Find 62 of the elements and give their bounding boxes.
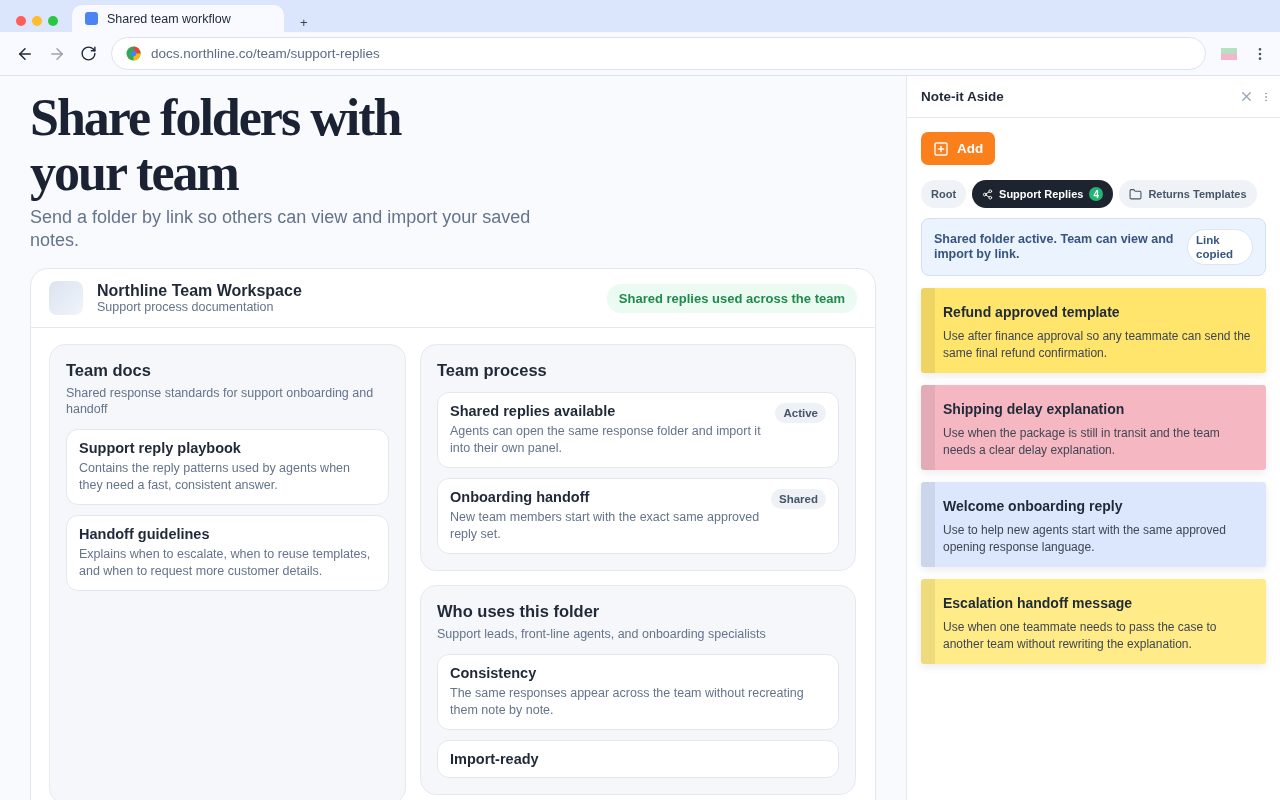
share-icon bbox=[982, 188, 994, 200]
section-title: Who uses this folder bbox=[437, 602, 601, 621]
plus-icon bbox=[933, 140, 949, 157]
status-badge: Active bbox=[775, 403, 826, 423]
item-title: Onboarding handoff bbox=[450, 489, 591, 505]
item-title: Shared replies available bbox=[450, 403, 617, 419]
banner-text: Shared folder active. Team can view and import by link. bbox=[934, 232, 1175, 262]
address-bar[interactable]: docs.northline.co/team/support-replies bbox=[111, 37, 1206, 70]
page-title: Share folders with your team bbox=[30, 90, 402, 200]
section-title: Team process bbox=[437, 361, 548, 380]
favicon-icon bbox=[85, 12, 98, 25]
item-title: Import-ready bbox=[450, 751, 540, 767]
note-title: Refund approved template bbox=[943, 304, 1121, 320]
close-window-icon[interactable] bbox=[16, 16, 26, 26]
folder-label: Root bbox=[931, 188, 957, 200]
workspace-description: Support process documentation bbox=[97, 300, 275, 314]
folder-label: Returns Templates bbox=[1148, 188, 1247, 200]
note-card[interactable]: Shipping delay explanation Use when the package is still in transit and the team needs a clear delay explanation. bbox=[921, 385, 1266, 470]
item-title: Consistency bbox=[450, 665, 538, 681]
section-description: Shared response standards for support onboarding and handoff bbox=[66, 385, 375, 417]
item-title: Handoff guidelines bbox=[79, 526, 211, 542]
folder-tab[interactable]: Support Replies 4 bbox=[972, 180, 1114, 208]
item-title: Support reply playbook bbox=[79, 440, 242, 456]
page-subtitle: Send a folder by link so others can view and import your saved notes. bbox=[30, 206, 532, 252]
workspace-logo bbox=[49, 281, 83, 315]
note-text: Use to help new agents start with the same approved opening response language. bbox=[943, 522, 1227, 556]
note-text: Use when the package is still in transit and the team needs a clear delay explanation. bbox=[943, 425, 1221, 459]
reload-icon[interactable] bbox=[80, 45, 97, 62]
folder-tab[interactable]: Root bbox=[921, 180, 967, 208]
item-description: Agents can open the same response folder and import it into their own panel. bbox=[450, 423, 762, 457]
note-text: Use when one teammate needs to pass the case to another team without rewriting the explanation. bbox=[943, 619, 1218, 653]
link-copied-button[interactable]: Link copied bbox=[1187, 229, 1253, 265]
site-logo-icon bbox=[126, 46, 141, 61]
extension-icon[interactable] bbox=[1220, 46, 1238, 61]
item-description: Contains the reply patterns used by agents when they need a fast, consistent answer. bbox=[79, 460, 351, 494]
section-description: Support leads, front-line agents, and onboarding specialists bbox=[437, 626, 767, 642]
note-text: Use after finance approval so any teammate can send the same final refund confirmation. bbox=[943, 328, 1252, 362]
folder-icon bbox=[1129, 187, 1143, 201]
status-badge: Shared replies used across the team bbox=[606, 283, 857, 313]
url-text: docs.northline.co/team/support-replies bbox=[151, 46, 380, 61]
note-title: Shipping delay explanation bbox=[943, 401, 1126, 417]
close-icon[interactable] bbox=[1239, 89, 1254, 104]
status-badge: Shared bbox=[771, 489, 826, 509]
note-card[interactable]: Escalation handoff message Use when one teammate needs to pass the case to another team without rewriting the explanation. bbox=[921, 579, 1266, 664]
count-badge: 4 bbox=[1089, 187, 1104, 201]
item-description: The same responses appear across the team without recreating them note by note. bbox=[450, 685, 805, 719]
note-card[interactable]: Refund approved template Use after finance approval so any teammate can send the same final refund confirmation. bbox=[921, 288, 1266, 373]
note-title: Welcome onboarding reply bbox=[943, 498, 1124, 514]
item-description: Explains when to escalate, when to reuse templates, and when to request more customer details. bbox=[79, 546, 372, 580]
section-title: Team docs bbox=[66, 361, 152, 380]
item-description: New team members start with the exact same approved reply set. bbox=[450, 509, 761, 543]
minimize-window-icon[interactable] bbox=[32, 16, 42, 26]
folder-label: Support Replies bbox=[999, 188, 1084, 200]
maximize-window-icon[interactable] bbox=[48, 16, 58, 26]
note-card[interactable]: Welcome onboarding reply Use to help new agents start with the same approved opening response language. bbox=[921, 482, 1266, 567]
note-title: Escalation handoff message bbox=[943, 595, 1134, 611]
tab-title: Shared team workflow bbox=[107, 11, 231, 26]
new-tab-button[interactable]: + bbox=[292, 15, 316, 32]
folder-tab[interactable]: Returns Templates bbox=[1119, 180, 1257, 208]
panel-title: Note-it Aside bbox=[921, 89, 1005, 104]
browser-tab[interactable]: Shared team workflow bbox=[72, 5, 284, 32]
workspace-name: Northline Team Workspace bbox=[97, 282, 302, 300]
